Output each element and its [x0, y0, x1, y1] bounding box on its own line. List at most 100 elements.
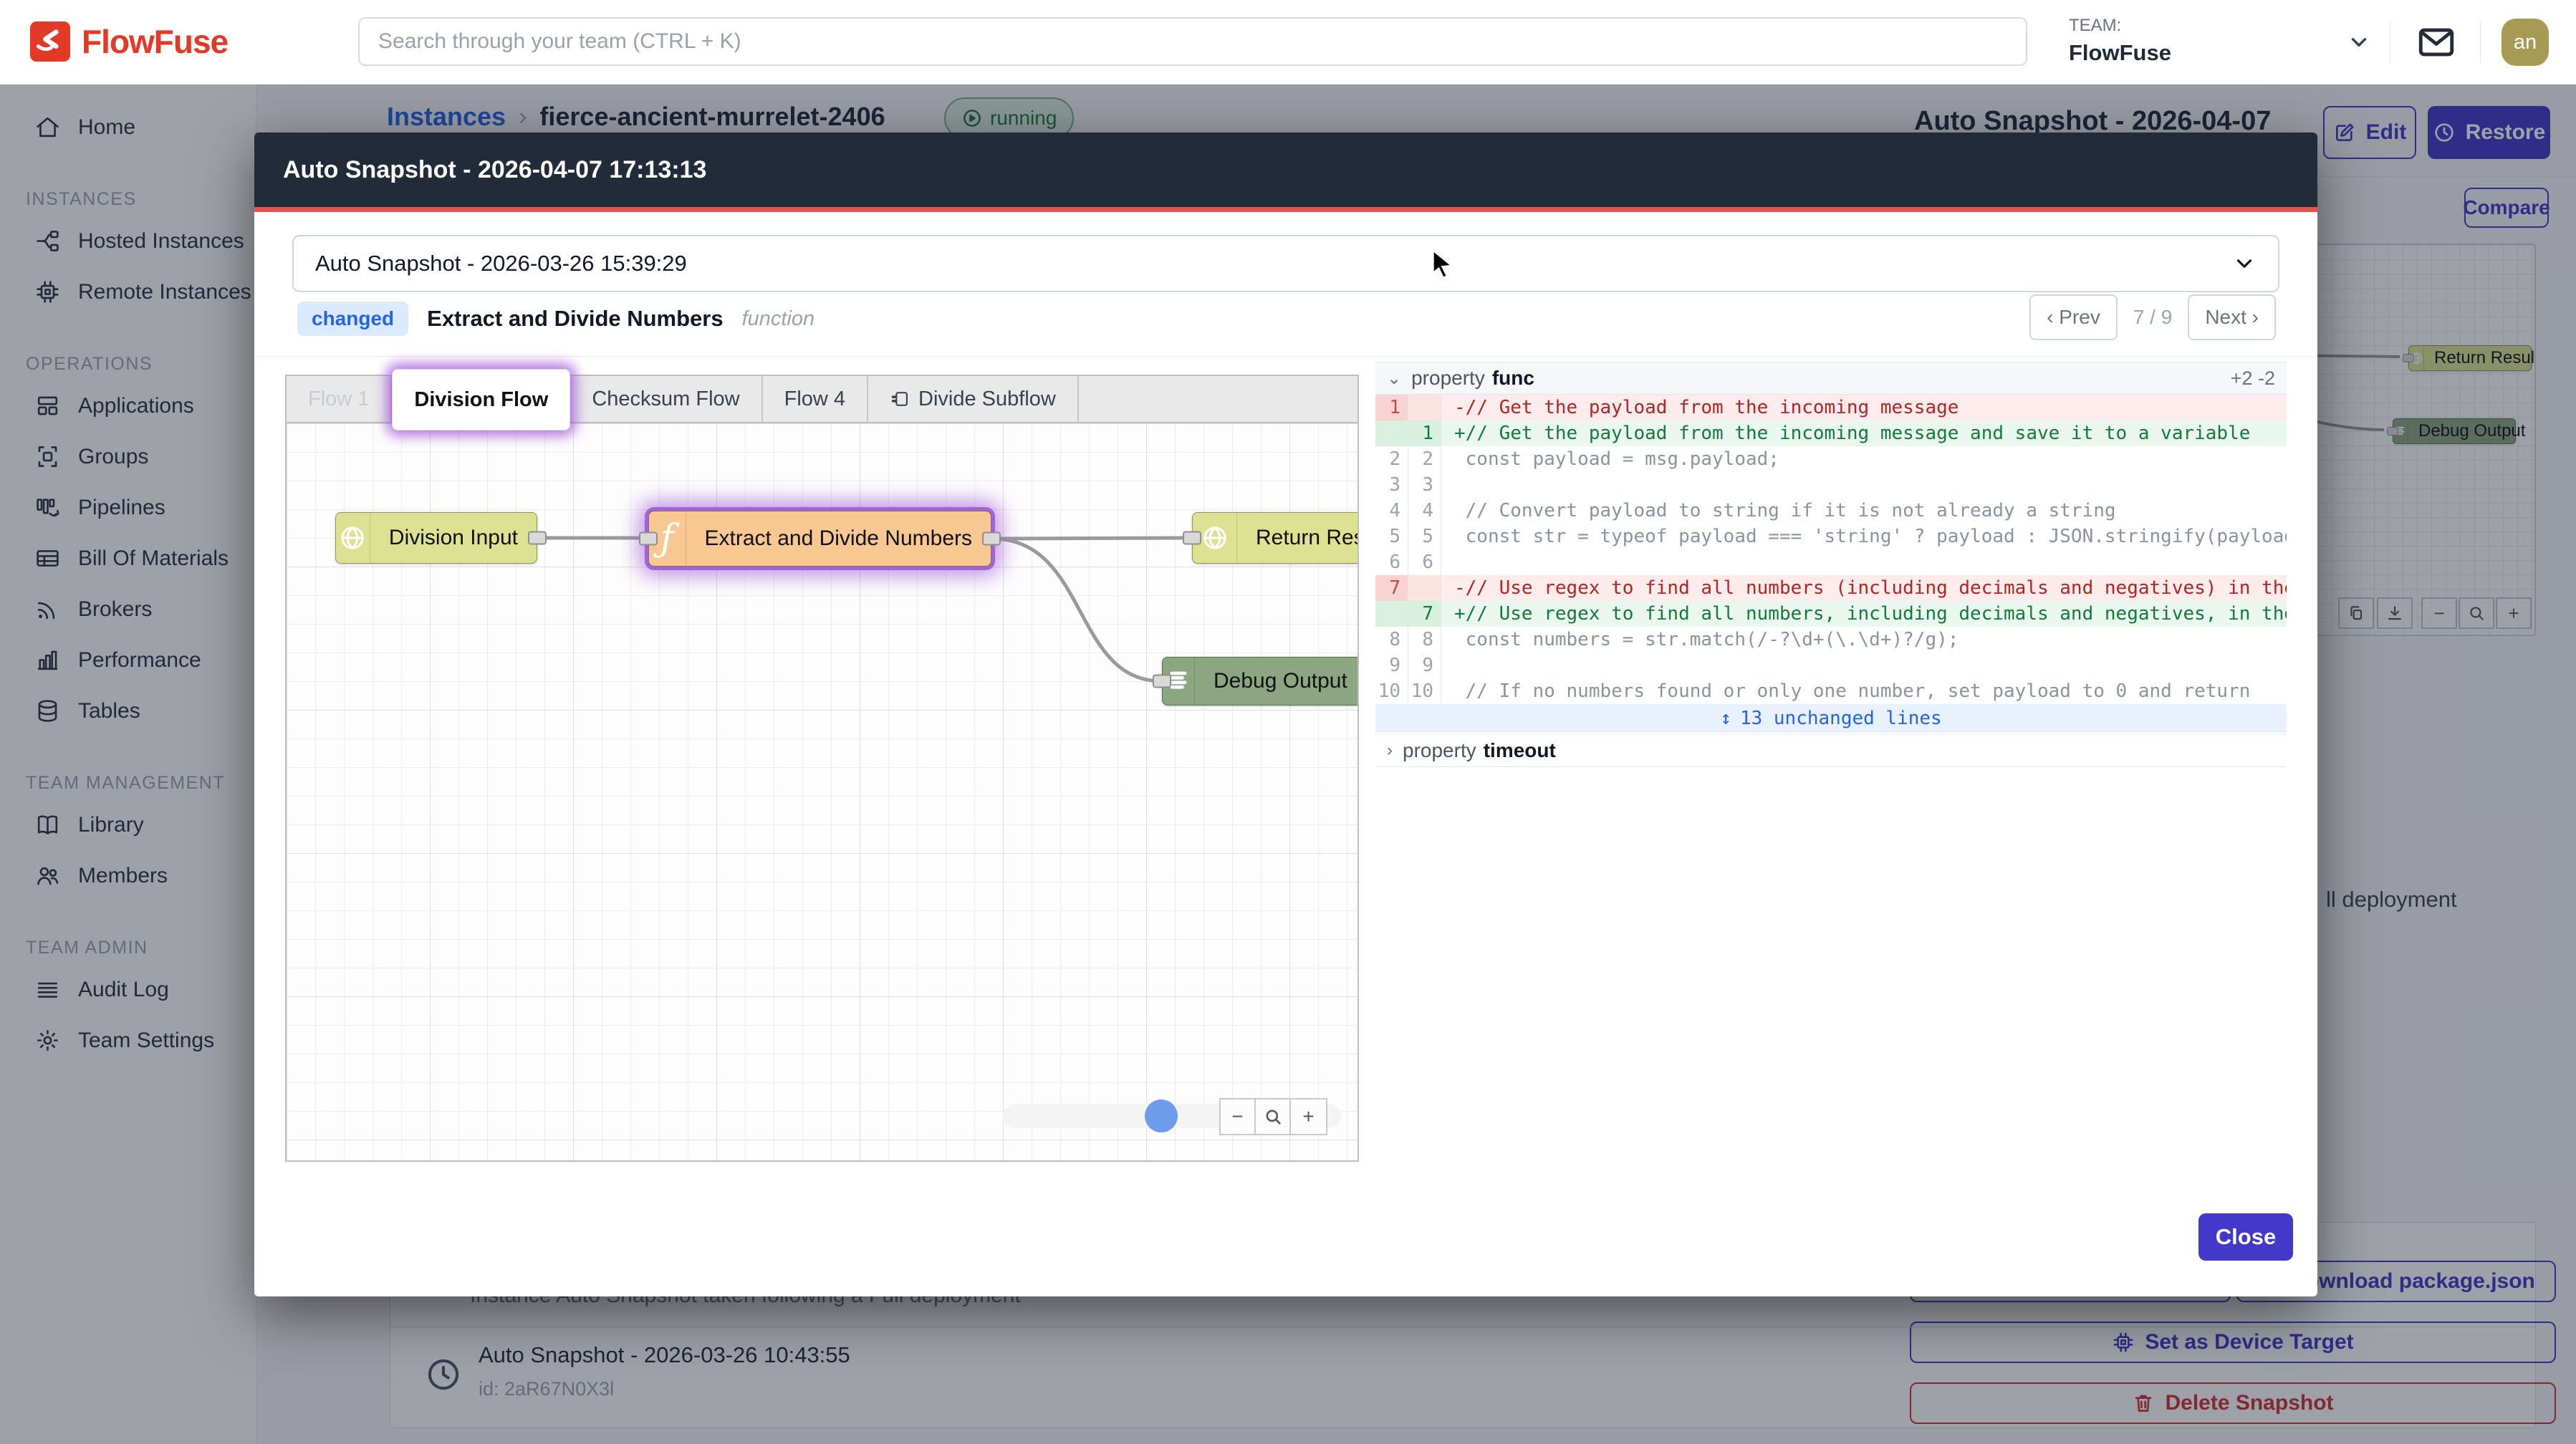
code-line [1441, 549, 2287, 575]
chevron-down-icon [2232, 251, 2257, 276]
old-line-number: 2 [1375, 446, 1408, 472]
diff-stats: +2 -2 [2231, 367, 2275, 390]
new-line-number: 10 [1408, 678, 1441, 704]
chevron-collapsed-icon: › [1387, 741, 1393, 761]
old-line-number: 3 [1375, 472, 1408, 498]
changed-node-type: function [742, 307, 815, 331]
dialog-accent-bar [254, 207, 2317, 212]
zoom-plus-button[interactable]: + [1291, 1099, 1326, 1134]
flow-node-debug-output[interactable]: Debug Output [1162, 657, 1359, 706]
flow-tabs: Flow 1Division FlowChecksum FlowFlow 4Di… [285, 375, 1359, 422]
diff-row-ctx: 33 [1375, 472, 2287, 498]
code-line: // If no numbers found or only one numbe… [1441, 678, 2287, 704]
new-line-number: 3 [1408, 472, 1441, 498]
diff-row-ctx: 55 const str = typeof payload === 'strin… [1375, 524, 2287, 549]
team-selector[interactable]: TEAM: FlowFuse [2069, 16, 2171, 66]
output-port [982, 532, 1001, 546]
prev-change-button[interactable]: ‹ Prev [2029, 294, 2118, 340]
code-line: const numbers = str.match(/-?\d+(\.\d+)?… [1441, 627, 2287, 653]
code-line: // Convert payload to string if it is no… [1441, 498, 2287, 524]
diff-row-del: 1 -// Get the payload from the incoming m… [1375, 395, 2287, 420]
close-button[interactable]: Close [2198, 1213, 2293, 1261]
tab-flow-1[interactable]: Flow 1 [287, 376, 392, 422]
code-line: +// Get the payload from the incoming me… [1441, 420, 2287, 446]
tab-division-flow[interactable]: Division Flow [392, 369, 570, 430]
diff-pane: ⌄ property func +2 -2 1-// Get the paylo… [1375, 362, 2287, 767]
diff-table: 1-// Get the payload from the incoming m… [1375, 395, 2287, 733]
zoom-minus-button[interactable]: − [1221, 1099, 1256, 1134]
code-line [1441, 653, 2287, 678]
team-name: FlowFuse [2069, 40, 2171, 66]
zoom-magnifier-button[interactable] [1256, 1099, 1291, 1134]
selected-snapshot: Auto Snapshot - 2026-03-26 15:39:29 [315, 251, 687, 276]
code-line: -// Get the payload from the incoming me… [1441, 395, 2287, 420]
team-label: TEAM: [2069, 16, 2171, 36]
old-line-number: 9 [1375, 653, 1408, 678]
flowfuse-logo-icon [30, 21, 70, 62]
flow-node-extract-and-divide-numbers[interactable]: ƒExtract and Divide Numbers [648, 511, 991, 567]
code-line: -// Use regex to find all numbers (inclu… [1441, 575, 2287, 601]
next-change-button[interactable]: Next › [2188, 294, 2276, 340]
old-line-number: 7 [1375, 575, 1408, 601]
property-timeout-header[interactable]: › property timeout [1375, 734, 2287, 767]
diff-row-del: 7 -// Use regex to find all numbers (incl… [1375, 575, 2287, 601]
subflow-icon [890, 389, 910, 409]
unfold-icon: ↕ [1720, 708, 1731, 729]
old-line-number: 6 [1375, 549, 1408, 575]
snapshot-compare-dialog: Auto Snapshot - 2026-04-07 17:13:13 Auto… [254, 133, 2317, 1296]
diff-row-ctx: 88 const numbers = str.match(/-?\d+(\.\d… [1375, 627, 2287, 653]
new-line-number: 5 [1408, 524, 1441, 549]
code-line [1441, 472, 2287, 498]
avatar[interactable]: an [2501, 19, 2549, 66]
input-port [1183, 531, 1201, 545]
mouse-cursor [1426, 247, 1458, 280]
canvas-zoom-controls: −+ [1219, 1098, 1327, 1135]
flow-canvas[interactable]: Division Input ƒExtract and Divide Number… [285, 422, 1359, 1162]
chevron-expanded-icon: ⌄ [1387, 368, 1401, 389]
dialog-title: Auto Snapshot - 2026-04-07 17:13:13 [283, 156, 706, 184]
diff-row-ctx: 22 const payload = msg.payload; [1375, 446, 2287, 472]
change-summary: changed Extract and Divide Numbers funct… [297, 302, 814, 336]
change-counter: 7 / 9 [2133, 306, 2172, 329]
search-input[interactable] [358, 17, 2027, 66]
diff-row-ctx: 44 // Convert payload to string if it is… [1375, 498, 2287, 524]
old-line-number: 5 [1375, 524, 1408, 549]
zoom-slider-thumb[interactable] [1145, 1099, 1178, 1132]
code-line: +// Use regex to find all numbers, inclu… [1441, 601, 2287, 627]
new-line-number: 9 [1408, 653, 1441, 678]
nav-divider [2480, 21, 2481, 63]
globe-icon [336, 513, 370, 563]
diff-row-ctx: 1010 // If no numbers found or only one … [1375, 678, 2287, 704]
tab-divide-subflow[interactable]: Divide Subflow [868, 376, 1079, 422]
mail-icon[interactable] [2416, 21, 2457, 63]
property-name: timeout [1484, 739, 1556, 762]
input-port [639, 532, 658, 546]
property-name: func [1492, 367, 1534, 390]
old-line-number [1375, 601, 1408, 627]
tab-checksum-flow[interactable]: Checksum Flow [570, 376, 762, 422]
old-line-number: 1 [1375, 395, 1408, 420]
unchanged-lines-expander[interactable]: ↕13 unchanged lines [1375, 704, 2287, 733]
flow-node-division-input[interactable]: Division Input [335, 512, 537, 564]
chevron-down-icon[interactable] [2347, 30, 2371, 54]
new-line-number: 2 [1408, 446, 1441, 472]
new-line-number [1408, 575, 1441, 601]
diff-row-add: 7+// Use regex to find all numbers, incl… [1375, 601, 2287, 627]
old-line-number: 8 [1375, 627, 1408, 653]
new-line-number [1408, 395, 1441, 420]
new-line-number: 7 [1408, 601, 1441, 627]
old-line-number [1375, 420, 1408, 446]
top-nav: FlowFuse TEAM: FlowFuse an [0, 0, 2576, 85]
flowfuse-logo[interactable]: FlowFuse [30, 21, 228, 62]
new-line-number: 1 [1408, 420, 1441, 446]
output-port [528, 531, 547, 545]
diff-row-ctx: 99 [1375, 653, 2287, 678]
compare-snapshot-select[interactable]: Auto Snapshot - 2026-03-26 15:39:29 [292, 235, 2279, 292]
tab-flow-4[interactable]: Flow 4 [763, 376, 868, 422]
property-func-header[interactable]: ⌄ property func +2 -2 [1375, 362, 2287, 395]
new-line-number: 4 [1408, 498, 1441, 524]
flow-node-return-result[interactable]: Return Result [1192, 512, 1359, 564]
property-word: property [1411, 367, 1485, 390]
input-port [1153, 675, 1171, 688]
diff-row-add: 1+// Get the payload from the incoming m… [1375, 420, 2287, 446]
